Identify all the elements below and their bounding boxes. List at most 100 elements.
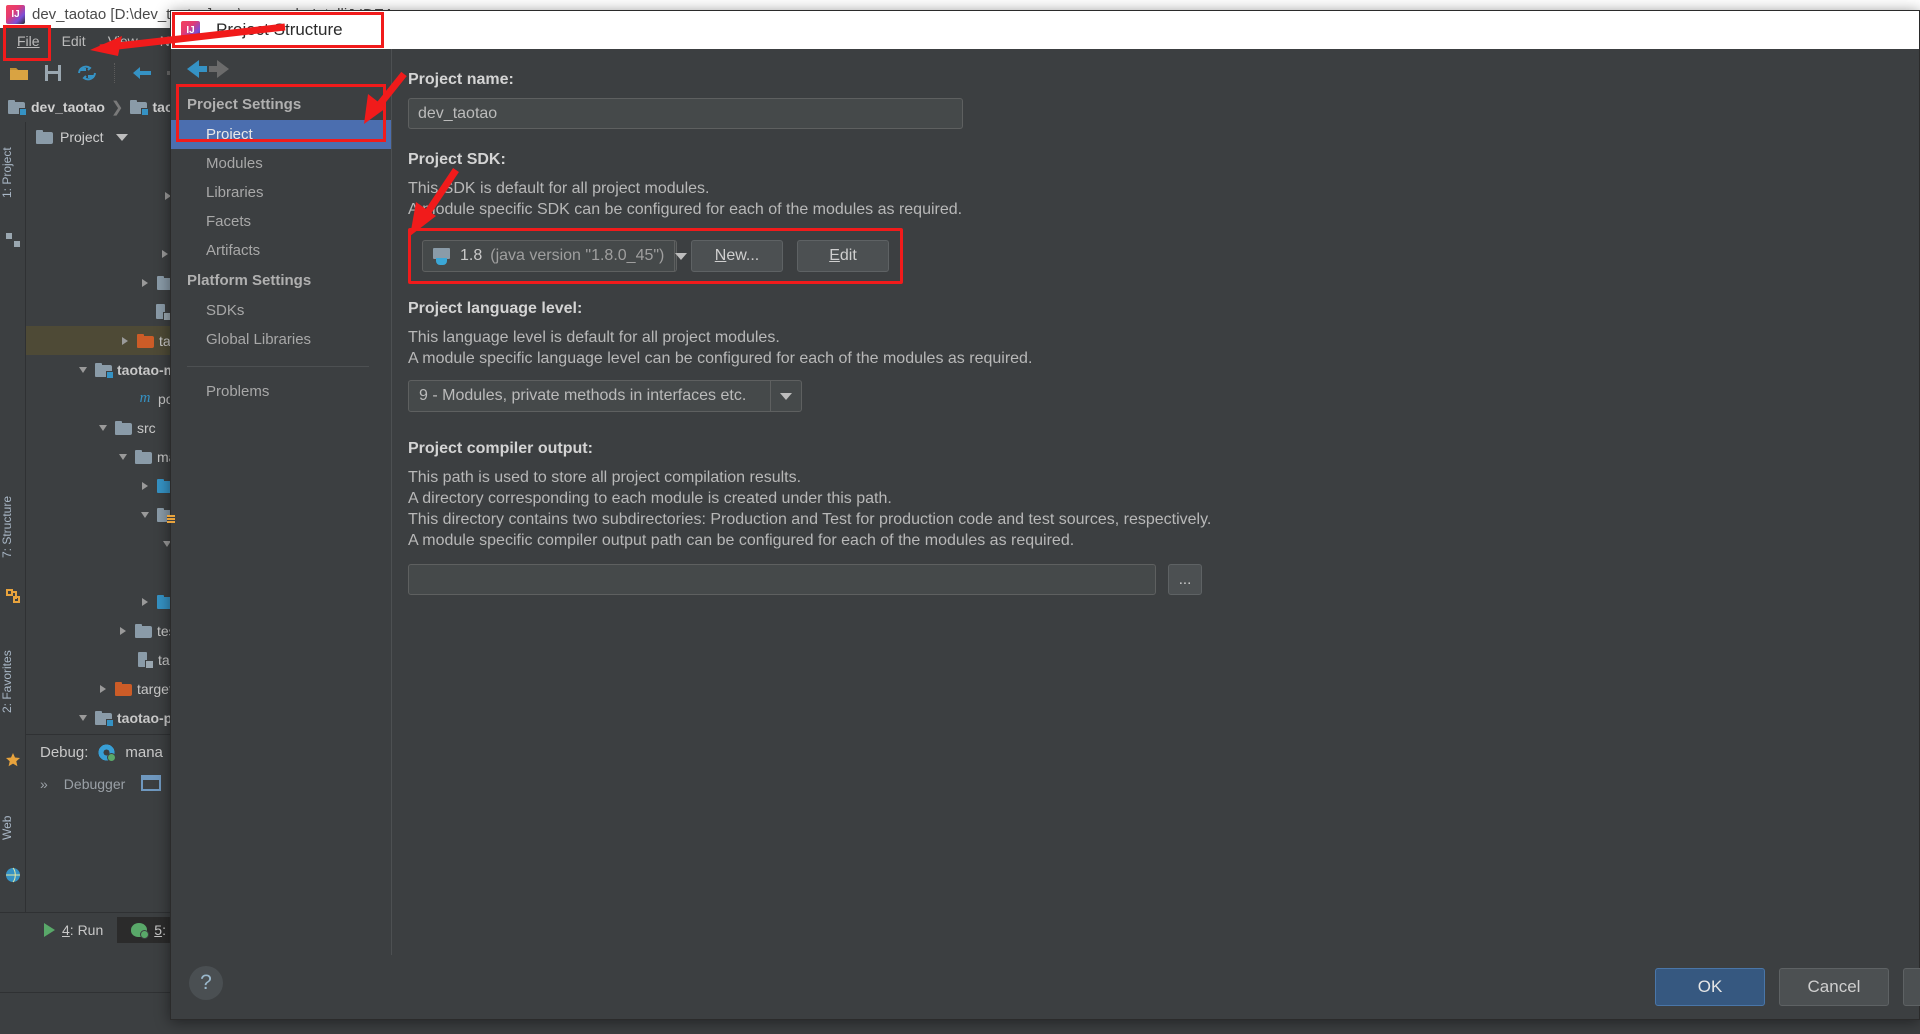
project-sdk-combo[interactable]: 1.8 (java version "1.8.0_45")	[422, 240, 688, 272]
structure-icon[interactable]	[5, 588, 21, 604]
tree-expand-arrow-closed-icon[interactable]	[138, 595, 152, 609]
breadcrumb-item-project[interactable]: dev_taotao	[8, 99, 105, 116]
language-level-desc-2: A module specific language level can be …	[408, 350, 1033, 367]
module-icon	[137, 652, 154, 669]
tree-expand-arrow-open-icon[interactable]	[138, 508, 152, 522]
tool-window-project[interactable]: 1: Project	[0, 128, 26, 218]
breadcrumb-label-0: dev_taotao	[31, 99, 105, 115]
debug-tab-mnemonic: 5	[154, 921, 163, 938]
project-name-label: Project name:	[408, 71, 514, 88]
compiler-output-input[interactable]	[408, 564, 1156, 595]
module-icon	[155, 304, 172, 321]
project-panel-title: Project	[60, 129, 104, 145]
menu-file[interactable]: File	[6, 31, 51, 51]
compiler-output-browse-button[interactable]: ...	[1168, 564, 1202, 595]
run-icon	[44, 922, 55, 937]
java-sdk-icon	[433, 247, 452, 265]
debugger-tab-label[interactable]: Debugger	[64, 776, 126, 792]
overflow-icon[interactable]: »	[40, 776, 48, 792]
tree-expand-arrow-open-icon[interactable]	[76, 711, 90, 725]
project-sdk-desc-2: A module specific SDK can be configured …	[408, 201, 963, 218]
edit-sdk-label: dit	[839, 247, 857, 264]
sync-icon[interactable]	[76, 62, 98, 84]
toolbar-separator	[114, 63, 115, 83]
nav-group-project-settings: Project Settings	[187, 96, 302, 113]
tree-expand-arrow-closed-icon[interactable]	[118, 334, 132, 348]
chevron-down-icon[interactable]	[674, 241, 688, 271]
star-icon[interactable]	[5, 752, 21, 768]
open-folder-icon[interactable]	[8, 62, 30, 84]
tree-expand-arrow-closed-icon[interactable]	[138, 479, 152, 493]
menu-edit-label: Edit	[61, 33, 86, 49]
tree-expand-arrow-open-icon[interactable]	[96, 421, 110, 435]
language-level-label: Project language level:	[408, 300, 583, 317]
tool-window-structure-label: 7: Structure	[0, 495, 14, 559]
compiler-output-label: Project compiler output:	[408, 440, 593, 457]
back-arrow-icon[interactable]	[187, 60, 207, 78]
chevron-down-icon[interactable]	[770, 381, 801, 411]
dialog-body: Project Settings Project Modules Librari…	[171, 49, 1919, 955]
help-button[interactable]: ?	[189, 966, 223, 1000]
excluded-folder-icon	[115, 681, 132, 696]
project-name-input[interactable]: dev_taotao	[408, 98, 963, 129]
screen: dev_taotao [D:\dev_taotao] - ...\pom.xml…	[0, 0, 1920, 1034]
compiler-output-desc-4: A module specific compiler output path c…	[408, 532, 1075, 549]
sidebar-item-libraries[interactable]: Libraries	[171, 178, 391, 207]
run-tab-label: : Run	[69, 921, 104, 938]
left-tool-strip: 1: Project 7: Structure 2: Favorites Web	[0, 122, 26, 912]
tree-expand-arrow-closed-icon[interactable]	[138, 276, 152, 290]
language-level-desc-1: This language level is default for all p…	[408, 329, 780, 346]
structure-strip-icon[interactable]	[5, 232, 21, 248]
module-folder-icon	[95, 710, 114, 727]
compiler-output-desc-2: A directory corresponding to each module…	[408, 490, 892, 507]
tool-window-favorites[interactable]: 2: Favorites	[0, 622, 26, 742]
project-view-icon	[36, 130, 53, 144]
tool-window-structure[interactable]: 7: Structure	[0, 472, 26, 582]
ok-button[interactable]: OK	[1655, 968, 1765, 1006]
tree-expand-arrow-closed-icon[interactable]	[96, 682, 110, 696]
menu-edit[interactable]: Edit	[51, 31, 97, 51]
tree-expand-arrow-open-icon[interactable]	[76, 363, 90, 377]
sidebar-item-artifacts[interactable]: Artifacts	[171, 236, 391, 265]
tool-window-web[interactable]: Web	[0, 802, 26, 854]
web-icon[interactable]	[5, 867, 21, 883]
sidebar-item-sdks[interactable]: SDKs	[171, 296, 391, 325]
menu-view[interactable]: View	[97, 31, 149, 51]
module-folder-icon	[8, 100, 27, 116]
back-arrow-icon[interactable]	[131, 62, 153, 84]
tool-window-web-label: Web	[0, 815, 14, 841]
sidebar-item-modules[interactable]: Modules	[171, 149, 391, 178]
new-sdk-label: ew...	[726, 247, 760, 264]
folder-icon	[135, 449, 152, 464]
sidebar-item-project[interactable]: Project	[171, 120, 391, 149]
edit-sdk-button[interactable]: Edit	[797, 240, 889, 272]
run-tab[interactable]: 4: Run	[30, 917, 117, 943]
sdk-row-highlight: 1.8 (java version "1.8.0_45") New... Edi…	[408, 228, 903, 284]
chevron-down-icon[interactable]	[115, 133, 128, 141]
compiler-output-desc-3: This directory contains two subdirectori…	[408, 511, 1212, 528]
run-tab-mnemonic: 4	[62, 921, 70, 938]
module-folder-icon	[95, 362, 114, 379]
save-icon[interactable]	[42, 62, 64, 84]
intellij-idea-logo-icon	[181, 20, 200, 40]
forward-arrow-icon[interactable]	[209, 60, 229, 78]
tree-expand-arrow-open-icon[interactable]	[116, 450, 130, 464]
language-level-combo[interactable]: 9 - Modules, private methods in interfac…	[408, 380, 802, 412]
apply-button[interactable]: A	[1903, 968, 1920, 1006]
dialog-content-panel: Project name: dev_taotao Project SDK: Th…	[391, 49, 1919, 955]
edit-sdk-mnemonic: E	[829, 247, 840, 264]
cancel-button[interactable]: Cancel	[1779, 968, 1889, 1006]
excluded-folder-icon	[137, 333, 154, 348]
tree-row-label: target	[137, 680, 173, 697]
tree-expand-arrow-closed-icon[interactable]	[116, 624, 130, 638]
sidebar-item-global-libraries[interactable]: Global Libraries	[171, 325, 391, 354]
menu-view-label: View	[107, 33, 138, 49]
sidebar-item-problems[interactable]: Problems	[171, 377, 391, 406]
sidebar-item-facets[interactable]: Facets	[171, 207, 391, 236]
dialog-title: Project Structure	[216, 20, 343, 39]
folder-icon	[115, 420, 132, 435]
compiler-output-desc-1: This path is used to store all project c…	[408, 469, 802, 486]
new-sdk-button[interactable]: New...	[691, 240, 783, 272]
